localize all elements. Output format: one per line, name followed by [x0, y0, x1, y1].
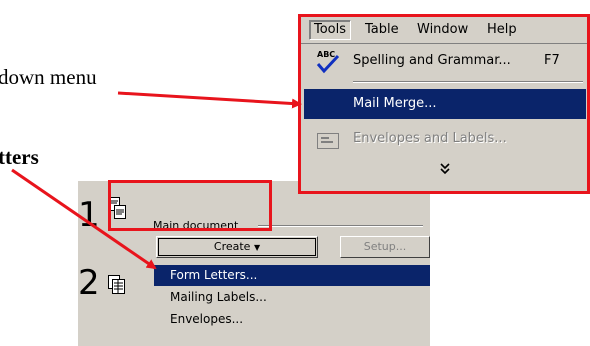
create-dropdown-menu: Form Letters... Mailing Labels... Envelo…	[154, 262, 430, 346]
document-text-line-2: tters	[0, 145, 39, 169]
create-button[interactable]: Create ▼	[156, 236, 318, 258]
create-button-label: Create	[213, 240, 251, 253]
dropdown-arrow-icon: ▼	[253, 243, 261, 252]
highlight-box-main-document	[108, 180, 272, 231]
highlight-box-tools-menu	[298, 14, 590, 194]
group-divider	[258, 225, 423, 227]
document-text-line-1: down menu	[0, 65, 97, 89]
step-number-2: 2	[78, 263, 100, 303]
arrow-to-mail-merge	[117, 91, 302, 109]
menu-item-envelopes[interactable]: Envelopes...	[154, 309, 430, 330]
menu-item-mailing-labels[interactable]: Mailing Labels...	[154, 287, 430, 308]
step-number-1: 1	[78, 195, 100, 235]
setup-button[interactable]: Setup...	[340, 236, 430, 258]
menu-item-form-letters[interactable]: Form Letters...	[154, 265, 430, 286]
data-source-icon	[108, 275, 125, 294]
